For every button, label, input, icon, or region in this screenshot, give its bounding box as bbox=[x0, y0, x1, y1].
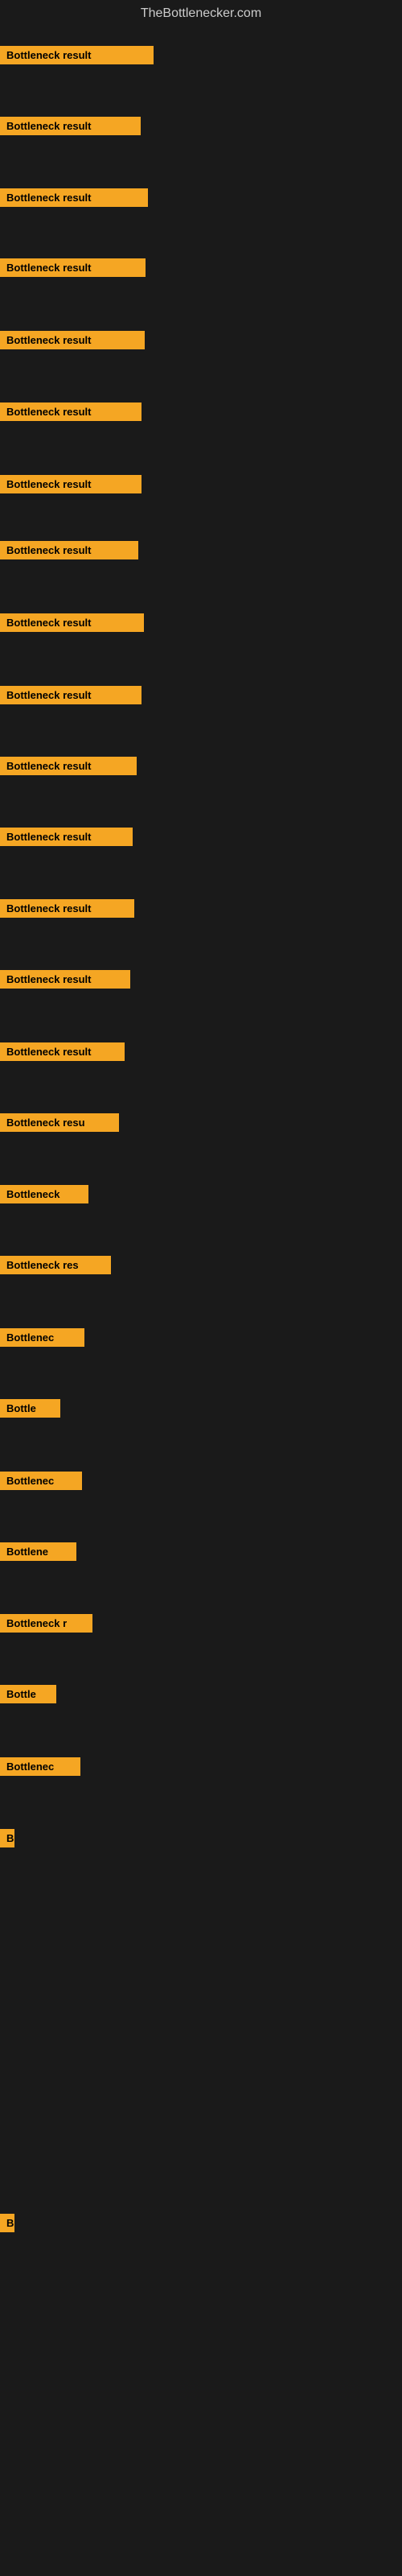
bottleneck-result-item: Bottleneck result bbox=[0, 331, 145, 349]
bottleneck-result-item: Bottleneck bbox=[0, 1185, 88, 1203]
bottleneck-result-item: Bottleneck result bbox=[0, 188, 148, 207]
bottleneck-result-item: B bbox=[0, 2214, 14, 2232]
bottleneck-result-item: Bottleneck result bbox=[0, 402, 142, 421]
bottleneck-result-item: Bottle bbox=[0, 1685, 56, 1703]
bottleneck-result-item: Bottle bbox=[0, 1399, 60, 1418]
bottleneck-result-item: Bottleneck r bbox=[0, 1614, 92, 1633]
bottleneck-result-item: Bottleneck result bbox=[0, 475, 142, 493]
bottleneck-result-item: Bottleneck result bbox=[0, 613, 144, 632]
bottleneck-result-item: Bottlenec bbox=[0, 1328, 84, 1347]
bottleneck-result-item: Bottleneck result bbox=[0, 1042, 125, 1061]
bottleneck-result-item: Bottleneck result bbox=[0, 117, 141, 135]
bottleneck-result-item: Bottleneck result bbox=[0, 46, 154, 64]
bottleneck-result-item: Bottlenec bbox=[0, 1472, 82, 1490]
bottleneck-result-item: Bottlene bbox=[0, 1542, 76, 1561]
bottleneck-result-item: Bottleneck result bbox=[0, 828, 133, 846]
bottleneck-result-item: Bottleneck result bbox=[0, 970, 130, 989]
bottleneck-result-item: Bottlenec bbox=[0, 1757, 80, 1776]
bottleneck-result-item: Bottleneck result bbox=[0, 686, 142, 704]
site-title: TheBottlenecker.com bbox=[0, 0, 402, 27]
bottleneck-result-item: Bottleneck resu bbox=[0, 1113, 119, 1132]
bottleneck-result-item: Bottleneck result bbox=[0, 899, 134, 918]
bottleneck-result-item: Bottleneck result bbox=[0, 541, 138, 559]
bottleneck-result-item: Bottleneck result bbox=[0, 258, 146, 277]
bottleneck-result-item: B bbox=[0, 1829, 14, 1847]
bottleneck-result-item: Bottleneck result bbox=[0, 757, 137, 775]
bottleneck-result-item: Bottleneck res bbox=[0, 1256, 111, 1274]
